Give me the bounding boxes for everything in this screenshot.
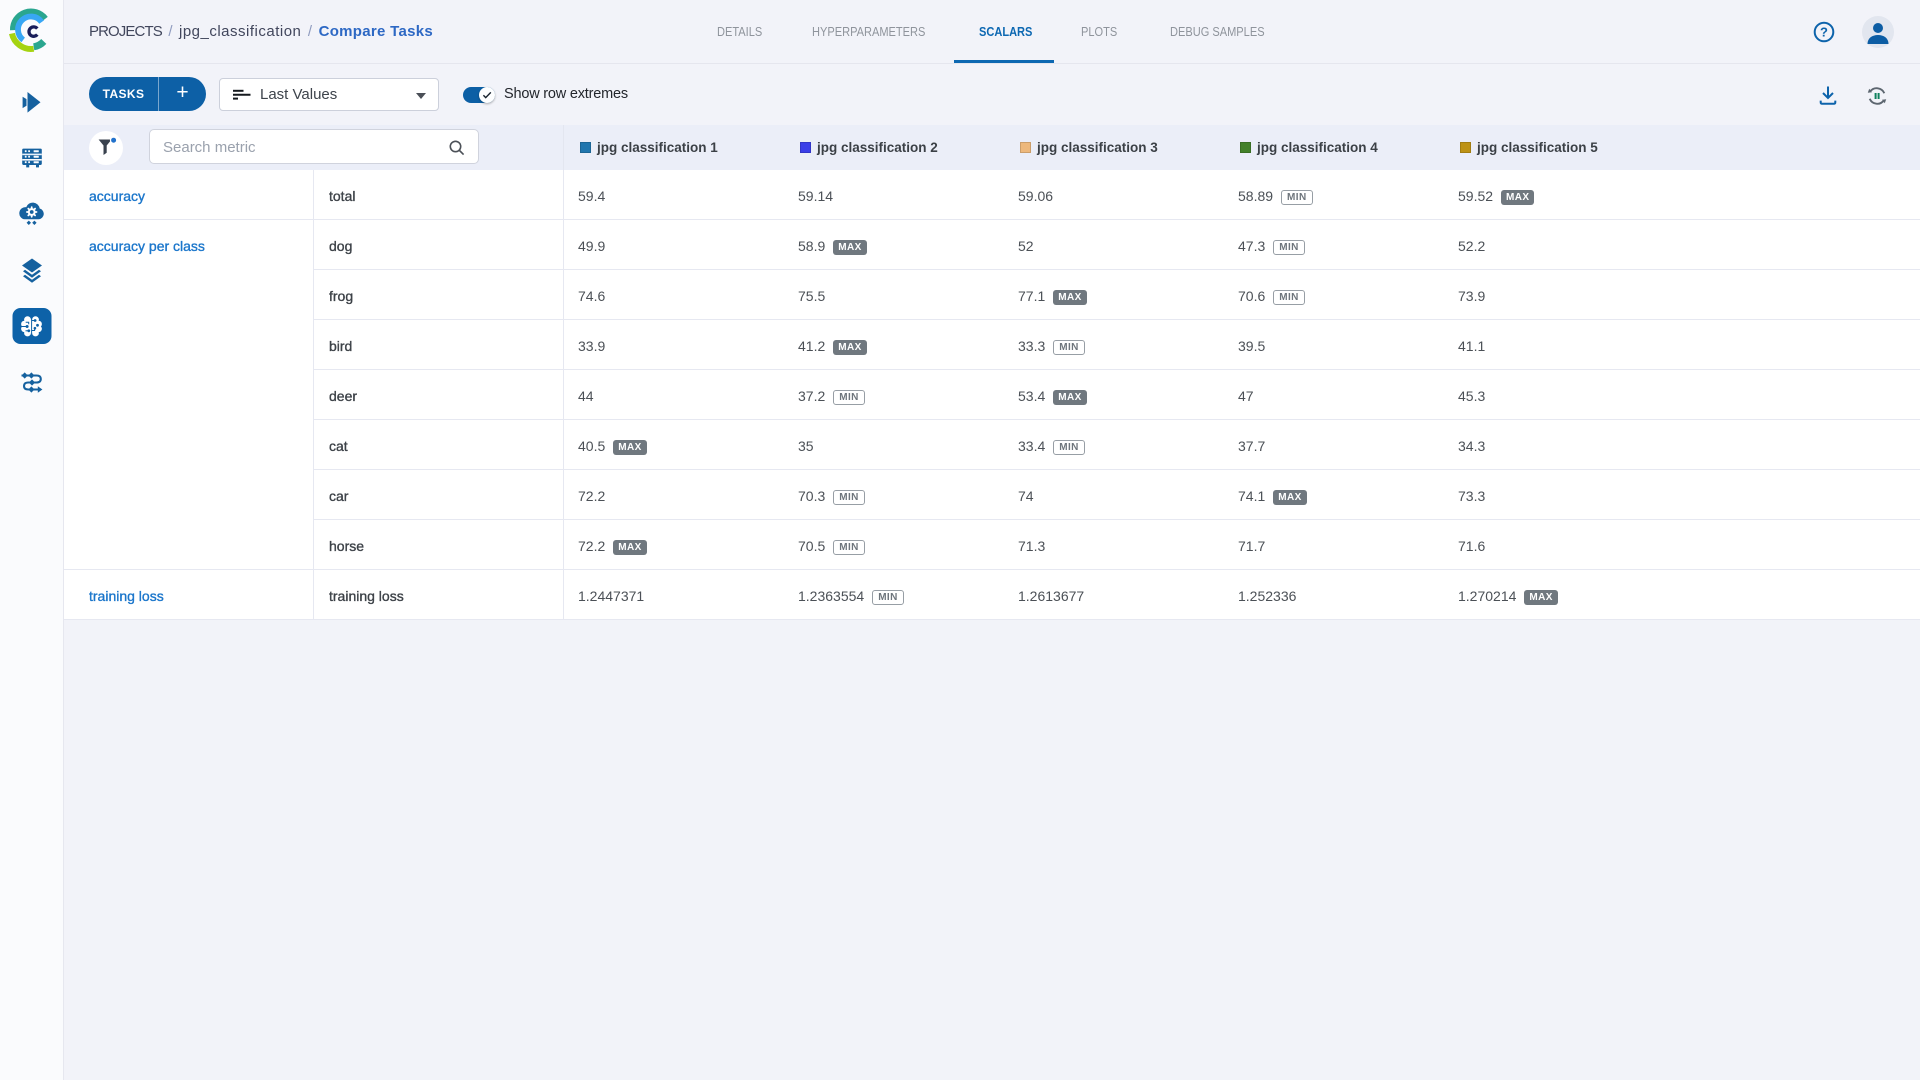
svg-text:?: ?	[1820, 24, 1828, 39]
